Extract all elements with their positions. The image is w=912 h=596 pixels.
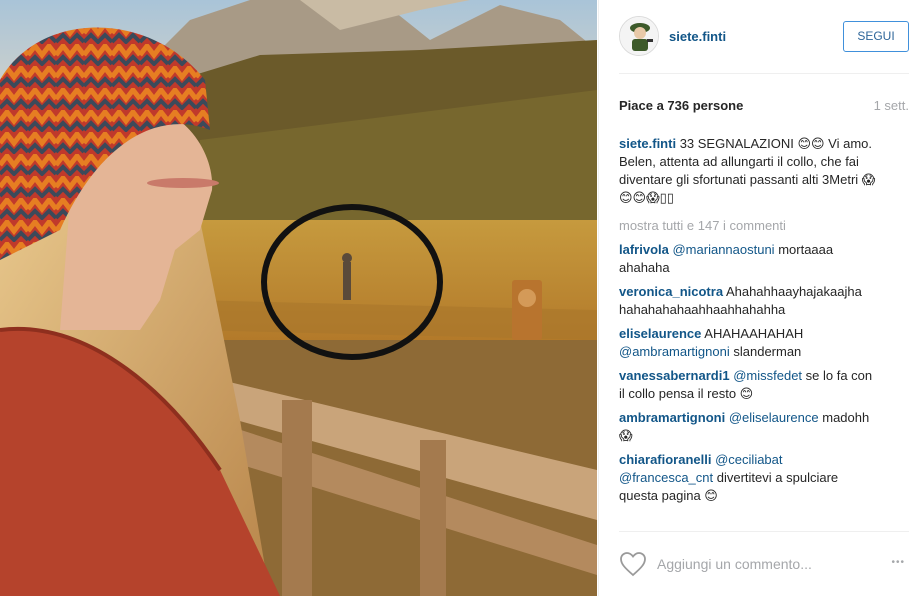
likes-count[interactable]: Piace a 736 persone <box>619 98 743 113</box>
add-comment-input[interactable]: Aggiungi un commento... <box>657 556 812 572</box>
list-item: chiarafioranelli @ceciliabat @francesca_… <box>619 451 877 505</box>
comment-username[interactable]: eliselaurence <box>619 326 701 341</box>
comment-username[interactable]: lafrivola <box>619 242 669 257</box>
comment-username[interactable]: veronica_nicotra <box>619 284 723 299</box>
post-footer: Aggiungi un commento... ••• <box>619 531 909 587</box>
likes-row: Piace a 736 persone 1 sett. <box>619 98 909 113</box>
comment-username[interactable]: vanessabernardi1 <box>619 368 730 383</box>
post-author-username[interactable]: siete.finti <box>669 29 726 44</box>
list-item: ambramartignoni @eliselaurence madohh 😱 <box>619 409 877 445</box>
soldier-avatar-icon <box>620 17 658 55</box>
comments-list: siete.finti 33 SEGNALAZIONI 😊😊 Vi amo. B… <box>619 135 877 511</box>
comment-mention[interactable]: @eliselaurence <box>729 410 819 425</box>
comment-mention[interactable]: @ambramartignoni <box>619 344 730 359</box>
show-all-comments-link[interactable]: mostra tutti e 147 i commenti <box>619 217 877 235</box>
post-timestamp[interactable]: 1 sett. <box>874 98 909 113</box>
comment-text: AHAHAAHAHAH <box>701 326 804 341</box>
post-header: siete.finti SEGUI <box>619 12 909 74</box>
comment-mention[interactable]: @francesca_cnt <box>619 470 713 485</box>
caption-username[interactable]: siete.finti <box>619 136 676 151</box>
post-sidebar: siete.finti SEGUI Piace a 736 persone 1 … <box>598 0 912 596</box>
more-options-icon[interactable]: ••• <box>891 557 905 568</box>
list-item: lafrivola @mariannaostuni mortaaaa ahaha… <box>619 241 877 277</box>
post-photo[interactable] <box>0 0 597 596</box>
list-item: vanessabernardi1 @missfedet se lo fa con… <box>619 367 877 403</box>
list-item: eliselaurence AHAHAAHAHAH @ambramartigno… <box>619 325 877 361</box>
comment-username[interactable]: chiarafioranelli <box>619 452 711 467</box>
comment-text: slanderman <box>729 344 802 359</box>
comment-mention[interactable]: @mariannaostuni <box>672 242 774 257</box>
avatar[interactable] <box>619 16 659 56</box>
follow-button[interactable]: SEGUI <box>843 21 909 52</box>
post-caption: siete.finti 33 SEGNALAZIONI 😊😊 Vi amo. B… <box>619 135 877 207</box>
list-item: veronica_nicotra Ahahahhaayhajakaajha ha… <box>619 283 877 319</box>
comment-mention[interactable]: @ceciliabat <box>715 452 782 467</box>
photo-illustration <box>0 0 597 596</box>
heart-outline-icon[interactable] <box>619 551 647 577</box>
comment-username[interactable]: ambramartignoni <box>619 410 725 425</box>
comment-mention[interactable]: @missfedet <box>733 368 802 383</box>
